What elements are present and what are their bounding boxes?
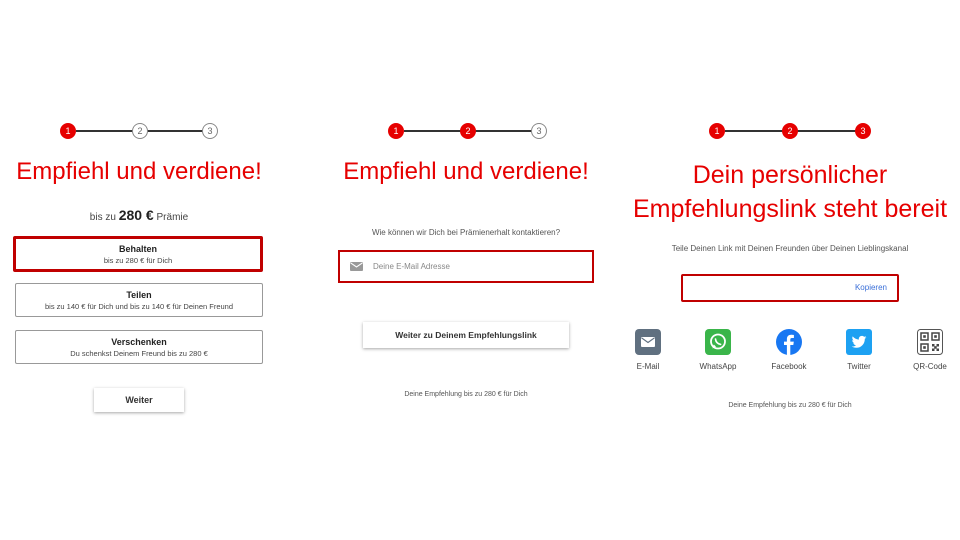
option-title: Teilen (126, 290, 152, 300)
share-prompt: Teile Deinen Link mit Deinen Freunden üb… (671, 244, 909, 253)
continue-to-link-button[interactable]: Weiter zu Deinem Empfehlungslink (363, 322, 569, 348)
progress-stepper: 1 2 3 (388, 123, 548, 139)
referral-link-field[interactable]: Kopieren (681, 274, 899, 302)
share-label: WhatsApp (699, 362, 737, 371)
progress-stepper: 1 2 3 (709, 123, 871, 139)
option-verschenken[interactable]: Verschenken Du schenkst Deinem Freund bi… (15, 330, 263, 364)
prize-amount: 280 € (118, 207, 154, 223)
email-field[interactable] (338, 250, 594, 283)
share-email[interactable]: E-Mail (623, 329, 673, 371)
whatsapp-icon (705, 329, 731, 355)
share-label: Facebook (771, 362, 807, 371)
step2-panel: 1 2 3 Empfiehl und verdiene! Wie können … (320, 0, 610, 540)
title-line-2: Empfehlungslink steht bereit (632, 195, 948, 223)
option-subtitle: Du schenkst Deinem Freund bis zu 280 € (70, 349, 208, 358)
share-label: Twitter (847, 362, 871, 371)
progress-stepper: 1 2 3 (60, 123, 220, 139)
reward-note: Deine Empfehlung bis zu 280 € für Dich (728, 402, 852, 409)
step-3-indicator: 3 (855, 123, 871, 139)
option-behalten[interactable]: Behalten bis zu 280 € für Dich (13, 236, 263, 272)
option-subtitle: bis zu 140 € für Dich und bis zu 140 € f… (44, 302, 234, 311)
option-subtitle: bis zu 280 € für Dich (103, 256, 173, 265)
copy-link-button[interactable]: Kopieren (855, 283, 887, 292)
step-2-indicator: 2 (460, 123, 476, 139)
next-button[interactable]: Weiter (94, 388, 184, 412)
share-qr-code[interactable]: QR-Code (905, 329, 955, 371)
step-1-indicator: 1 (709, 123, 725, 139)
option-teilen[interactable]: Teilen bis zu 140 € für Dich und bis zu … (15, 283, 263, 317)
step1-panel: 1 2 3 Empfiehl und verdiene! bis zu 280 … (0, 0, 280, 540)
share-label: E-Mail (636, 362, 660, 371)
envelope-icon (350, 262, 363, 271)
step-1-indicator: 1 (60, 123, 76, 139)
email-icon (635, 329, 661, 355)
prize-prefix: bis zu (89, 212, 116, 223)
step-3-indicator: 3 (531, 123, 547, 139)
page-title: Empfiehl und verdiene! (16, 158, 262, 185)
qr-code-icon (917, 329, 943, 355)
reward-note: Deine Empfehlung bis zu 280 € für Dich (404, 391, 528, 398)
page-title: Dein persönlicher Empfehlungslink steht … (625, 158, 955, 226)
step-2-indicator: 2 (782, 123, 798, 139)
page-title: Empfiehl und verdiene! (343, 158, 589, 185)
share-facebook[interactable]: Facebook (764, 329, 814, 371)
contact-question: Wie können wir Dich bei Prämienerhalt ko… (371, 228, 561, 237)
facebook-icon (776, 329, 802, 355)
share-whatsapp[interactable]: WhatsApp (693, 329, 743, 371)
prize-info: bis zu 280 € Prämie (0, 207, 278, 223)
title-line-1: Dein persönlicher (692, 161, 888, 189)
step3-panel: 1 2 3 Dein persönlicher Empfehlungslink … (625, 0, 955, 540)
step-2-indicator: 2 (132, 123, 148, 139)
twitter-icon (846, 329, 872, 355)
step-1-indicator: 1 (388, 123, 404, 139)
share-twitter[interactable]: Twitter (834, 329, 884, 371)
step-3-indicator: 3 (202, 123, 218, 139)
share-label: QR-Code (913, 362, 947, 371)
prize-suffix: Prämie (156, 212, 189, 223)
option-title: Behalten (118, 244, 157, 254)
option-title: Verschenken (111, 337, 167, 347)
email-input[interactable] (371, 261, 575, 272)
